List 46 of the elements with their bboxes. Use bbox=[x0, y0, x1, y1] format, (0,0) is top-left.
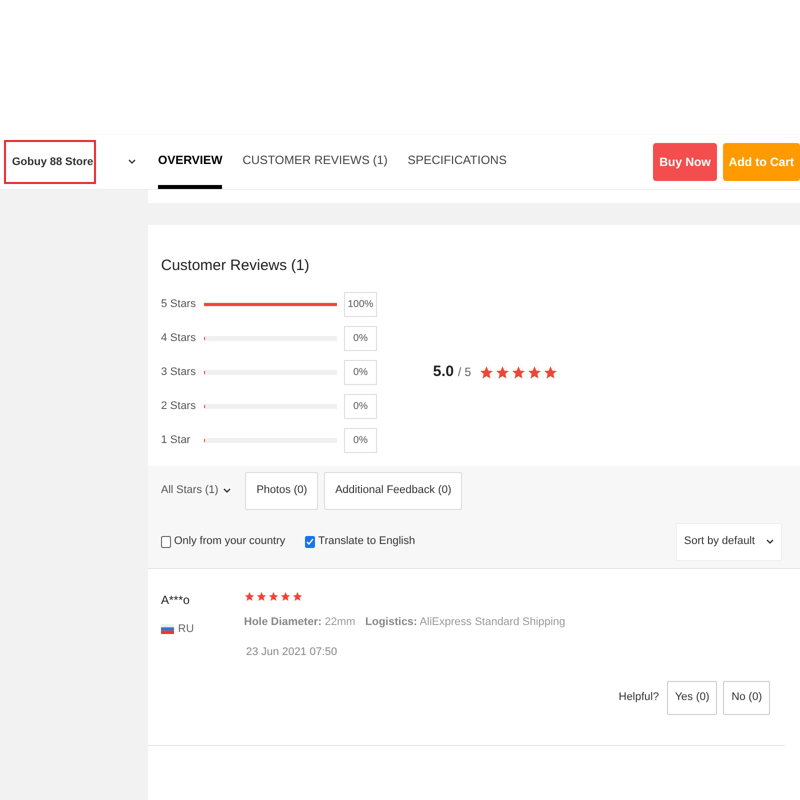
percent-label: 100% bbox=[344, 292, 377, 316]
star-icon bbox=[527, 364, 542, 380]
caret-icon bbox=[223, 488, 232, 494]
review-attribute: Logistics: AliExpress Standard Shipping bbox=[365, 614, 566, 630]
vote-button[interactable]: No (0) bbox=[723, 680, 770, 714]
checkbox[interactable] bbox=[161, 536, 171, 548]
star-icon bbox=[280, 590, 291, 602]
filter-button[interactable]: Photos (0) bbox=[245, 472, 318, 510]
percent-label: 0% bbox=[344, 428, 377, 452]
rating-scale: / 5 bbox=[458, 364, 472, 381]
filter-button[interactable]: Additional Feedback (0) bbox=[324, 472, 462, 510]
star-icon bbox=[511, 364, 526, 380]
star-icon bbox=[256, 590, 267, 602]
flag-icon bbox=[161, 624, 174, 634]
star-level-label: 4 Stars bbox=[161, 330, 197, 346]
star-icon bbox=[244, 590, 255, 602]
reviewer-name: A***o bbox=[161, 592, 191, 608]
checkbox-label: Translate to English bbox=[318, 534, 416, 550]
percent-label: 0% bbox=[344, 394, 377, 418]
star-icon bbox=[495, 364, 510, 380]
star-icon bbox=[268, 590, 279, 602]
star-level-label: 1 Star bbox=[161, 432, 192, 448]
star-icon bbox=[292, 590, 303, 602]
store-name[interactable]: Gobuy 88 Store bbox=[4, 140, 96, 184]
section-title: Customer Reviews (1) bbox=[160, 256, 310, 276]
star-level-label: 3 Stars bbox=[161, 364, 197, 380]
country-code: RU bbox=[178, 622, 194, 636]
star-level-label: 2 Stars bbox=[161, 398, 197, 414]
helpful-label: Helpful? bbox=[618, 690, 659, 706]
checkbox[interactable] bbox=[305, 536, 316, 548]
caret-icon bbox=[766, 538, 774, 544]
review-date: 23 Jun 2021 07:50 bbox=[246, 645, 338, 660]
star-icon bbox=[479, 364, 494, 380]
percent-label: 0% bbox=[344, 326, 377, 350]
percent-label: 0% bbox=[344, 360, 377, 384]
sort-dropdown[interactable]: Sort by default bbox=[676, 522, 782, 560]
star-filter-dropdown[interactable]: All Stars (1) bbox=[161, 482, 232, 499]
rating-score: 5.0 bbox=[433, 362, 454, 382]
checkbox-label: Only from your country bbox=[174, 534, 286, 550]
star-icon bbox=[543, 364, 558, 380]
review-attribute: Hole Diameter: 22mm bbox=[244, 614, 356, 630]
star-level-label: 5 Stars bbox=[161, 296, 197, 312]
caret-icon bbox=[128, 159, 136, 165]
vote-button[interactable]: Yes (0) bbox=[666, 680, 718, 714]
tab[interactable]: CUSTOMER REVIEWS (1) bbox=[242, 135, 388, 189]
tab[interactable]: SPECIFICATIONS bbox=[408, 135, 507, 189]
